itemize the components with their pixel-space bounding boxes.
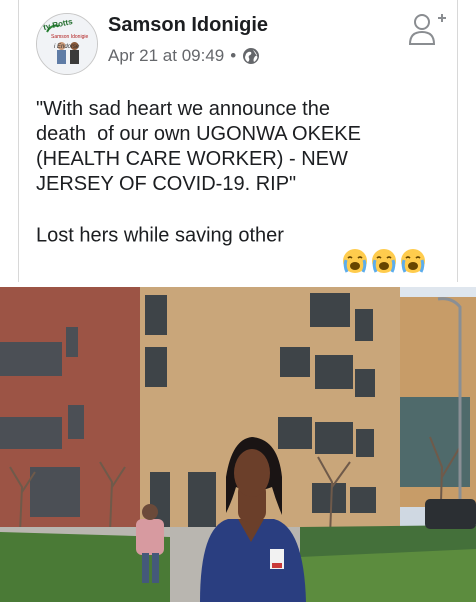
loudly-crying-face-icon <box>285 222 367 273</box>
card-divider <box>18 0 19 282</box>
hospital-photo <box>0 287 476 602</box>
globe-icon[interactable] <box>242 47 260 65</box>
post-text-line: Lost hers while saving other <box>36 224 284 247</box>
post-timestamp[interactable]: Apr 21 at 09:49 <box>108 46 224 66</box>
post-text-line: (HEALTH CARE WORKER) - NEW <box>36 148 348 170</box>
post-meta: Apr 21 at 09:49 • <box>108 46 260 66</box>
avatar[interactable]: ty Rotts Samson Idonigie i Endorse <box>36 13 98 75</box>
add-friend-icon[interactable] <box>408 10 448 46</box>
loudly-crying-face-icon <box>343 222 425 273</box>
meta-separator: • <box>230 46 237 65</box>
loudly-crying-face-icon <box>314 222 396 273</box>
post-text-line: "With sad heart we announce the <box>36 98 330 120</box>
post-text-last-line: Lost hers while saving other <box>36 222 456 273</box>
post-text-line: JERSEY OF COVID-19. RIP" <box>36 173 297 195</box>
post-photo[interactable] <box>0 287 476 602</box>
post-text-line: death of our own UGONWA OKEKE <box>36 123 361 145</box>
avatar-logo-text: Samson Idonigie <box>51 34 89 40</box>
card-divider <box>457 0 458 282</box>
author-name[interactable]: Samson Idonigie <box>108 14 268 37</box>
emoji-row <box>285 222 425 273</box>
post-body: "With sad heart we announce the death of… <box>36 97 456 273</box>
post-card: ty Rotts Samson Idonigie i Endorse Samso… <box>0 0 476 602</box>
avatar-logo-text: i Endorse <box>54 44 80 50</box>
